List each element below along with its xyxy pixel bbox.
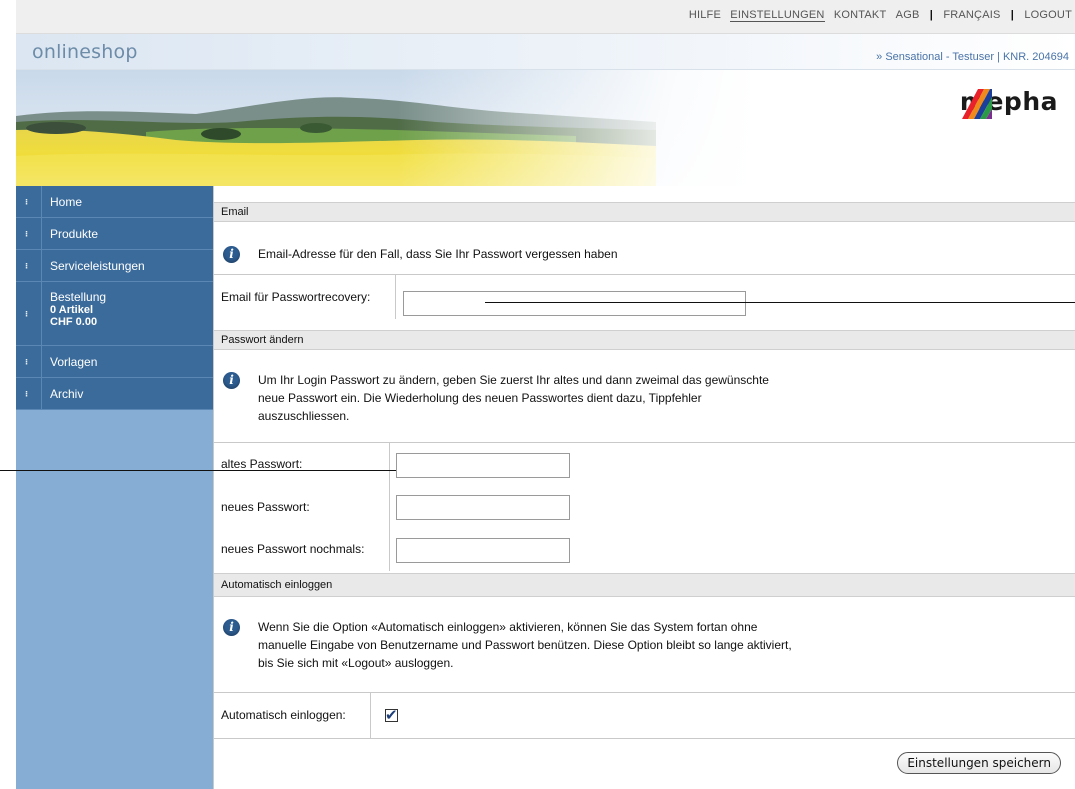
info-icon: i	[223, 372, 240, 389]
mepha-logo: mepha	[960, 87, 1065, 119]
nav-label: Vorlagen	[50, 355, 98, 369]
link-kontakt[interactable]: KONTAKT	[834, 9, 887, 21]
new-password-input[interactable]	[396, 495, 570, 520]
email-info: i Email-Adresse für den Fall, dass Sie I…	[214, 222, 1075, 274]
nav-arrow-icon: ⁝	[16, 218, 42, 249]
nav-arrow-icon: ⁝	[16, 250, 42, 281]
password-fields: altes Passwort: neues Passwort: neues Pa…	[214, 443, 1075, 571]
section-heading-password: Passwort ändern	[214, 330, 1075, 350]
autologin-info: i Wenn Sie die Option «Automatisch einlo…	[214, 597, 1075, 692]
user-info[interactable]: » Sensational - Testuser | KNR. 204694	[876, 51, 1069, 63]
cart-item-count: 0 Artikel	[50, 304, 94, 316]
link-francais[interactable]: FRANÇAIS	[943, 9, 1000, 21]
nav-item-vorlagen[interactable]: ⁝ Vorlagen	[16, 346, 214, 378]
nav-label: Archiv	[50, 387, 84, 401]
nav-arrow-icon: ⁝	[16, 346, 42, 377]
new-password-label: neues Passwort:	[221, 500, 310, 514]
settings-panel: Email i Email-Adresse für den Fall, dass…	[213, 186, 1075, 789]
section-heading-autologin: Automatisch einloggen	[214, 573, 1075, 597]
nav-label: Home	[50, 195, 83, 209]
top-links: HILFE EINSTELLUNGEN KONTAKT AGB | FRANÇA…	[686, 9, 1075, 22]
old-password-input[interactable]	[396, 453, 570, 478]
password-info-line: Um Ihr Login Passwort zu ändern, geben S…	[258, 373, 769, 387]
nav-item-produkte[interactable]: ⁝ Produkte	[16, 218, 214, 250]
info-icon: i	[223, 619, 240, 636]
password-info-line: auszuschliessen.	[258, 409, 350, 423]
nav-item-home[interactable]: ⁝ Home	[16, 186, 214, 218]
nav-label: Produkte	[50, 227, 99, 241]
nav-label: Bestellung	[50, 290, 107, 304]
save-settings-button[interactable]: Einstellungen speichern	[897, 752, 1061, 774]
repeat-password-label: neues Passwort nochmals:	[221, 542, 365, 556]
email-info-text: Email-Adresse für den Fall, dass Sie Ihr…	[258, 247, 618, 261]
autologin-info-line: Wenn Sie die Option «Automatisch einlogg…	[258, 620, 758, 634]
email-recovery-input[interactable]	[403, 291, 746, 316]
autologin-label: Automatisch einloggen:	[221, 708, 346, 722]
old-password-label: altes Passwort:	[221, 457, 303, 471]
info-icon: i	[223, 246, 240, 263]
shop-header: onlineshop » Sensational - Testuser | KN…	[16, 34, 1075, 70]
landscape-banner: mepha	[16, 70, 1075, 186]
main-nav: ⁝ Home ⁝ Produkte ⁝ Serviceleistungen ⁝ …	[16, 186, 214, 410]
nav-item-bestellung[interactable]: ⁝ Bestellung 0 Artikel CHF 0.00	[16, 282, 214, 346]
autologin-row: Automatisch einloggen: ✔	[214, 693, 1075, 738]
password-info-text: Um Ihr Login Passwort zu ändern, geben S…	[258, 371, 769, 425]
password-info-line: neue Passwort ein. Die Wiederholung des …	[258, 391, 702, 405]
annotation-line	[485, 302, 1075, 303]
nav-arrow-icon: ⁝	[16, 282, 42, 345]
landscape-image	[16, 70, 1075, 186]
autologin-info-text: Wenn Sie die Option «Automatisch einlogg…	[258, 618, 792, 672]
mepha-logo-mark	[961, 89, 992, 119]
autologin-checkbox[interactable]: ✔	[385, 707, 398, 724]
password-info: i Um Ihr Login Passwort zu ändern, geben…	[214, 350, 1075, 442]
nav-item-archiv[interactable]: ⁝ Archiv	[16, 378, 214, 410]
nav-item-serviceleistungen[interactable]: ⁝ Serviceleistungen	[16, 250, 214, 282]
autologin-info-line: manuelle Eingabe von Benutzername und Pa…	[258, 638, 792, 652]
autologin-info-line: bis Sie sich mit «Logout» ausloggen.	[258, 656, 454, 670]
order-summary: Bestellung 0 Artikel CHF 0.00	[42, 282, 106, 328]
link-separator: |	[929, 9, 934, 21]
link-einstellungen[interactable]: EINSTELLUNGEN	[730, 9, 825, 22]
link-logout[interactable]: LOGOUT	[1024, 9, 1072, 21]
nav-arrow-icon: ⁝	[16, 186, 42, 217]
section-heading-email: Email	[214, 202, 1075, 222]
divider	[395, 275, 396, 319]
sidebar: ⁝ Home ⁝ Produkte ⁝ Serviceleistungen ⁝ …	[16, 186, 214, 789]
link-hilfe[interactable]: HILFE	[689, 9, 721, 21]
link-separator: |	[1010, 9, 1015, 21]
email-recovery-row: Email für Passwortrecovery:	[214, 275, 1075, 319]
annotation-line	[0, 470, 396, 471]
cart-total: CHF 0.00	[50, 316, 98, 328]
email-recovery-label: Email für Passwortrecovery:	[221, 290, 371, 304]
divider	[370, 693, 371, 738]
divider	[214, 738, 1075, 739]
checkmark-icon: ✔	[385, 707, 398, 724]
repeat-password-input[interactable]	[396, 538, 570, 563]
link-agb[interactable]: AGB	[896, 9, 920, 21]
shop-title: onlineshop	[32, 41, 138, 63]
top-utility-bar: HILFE EINSTELLUNGEN KONTAKT AGB | FRANÇA…	[16, 0, 1075, 34]
nav-arrow-icon: ⁝	[16, 378, 42, 409]
nav-label: Serviceleistungen	[50, 259, 145, 273]
